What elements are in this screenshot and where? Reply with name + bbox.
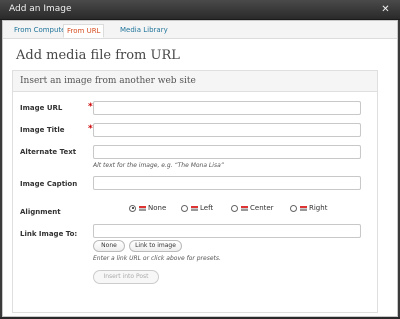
alignment-label: Alignment — [20, 208, 61, 216]
insert-into-post-button[interactable]: Insert into Post — [93, 270, 159, 284]
align-none-radio[interactable]: None — [129, 204, 166, 212]
alternate-text-hint: Alt text for the image, e.g. “The Mona L… — [93, 162, 224, 169]
image-caption-input[interactable] — [93, 176, 361, 190]
dialog-body: From Computer From URL Media Library Add… — [2, 20, 398, 317]
image-title-input[interactable] — [93, 123, 361, 137]
page-title: Add media file from URL — [16, 48, 180, 63]
image-caption-label: Image Caption — [20, 180, 78, 188]
align-center-icon — [241, 205, 248, 211]
radio-icon — [181, 204, 188, 212]
align-left-icon — [191, 205, 198, 211]
link-hint: Enter a link URL or click above for pres… — [93, 255, 221, 262]
radio-checked-icon — [129, 204, 136, 212]
close-icon[interactable]: ✕ — [379, 3, 392, 16]
link-none-button[interactable]: None — [93, 240, 125, 252]
align-right-radio[interactable]: Right — [290, 204, 327, 212]
tab-media-library[interactable]: Media Library — [117, 24, 171, 36]
tab-from-url[interactable]: From URL — [63, 24, 105, 38]
align-center-radio[interactable]: Center — [231, 204, 274, 212]
tab-bar: From Computer From URL Media Library — [3, 21, 397, 39]
panel-title: Insert an image from another web site — [20, 76, 196, 86]
align-none-icon — [139, 205, 146, 211]
alternate-text-input[interactable] — [93, 145, 361, 159]
radio-icon — [231, 204, 238, 212]
required-mark: * — [88, 124, 93, 134]
dialog-title: Add an Image — [9, 4, 72, 14]
alternate-text-label: Alternate Text — [20, 148, 77, 156]
panel-header: Insert an image from another web site — [13, 71, 377, 92]
align-center-label: Center — [250, 204, 274, 212]
align-none-label: None — [148, 204, 167, 212]
align-left-label: Left — [200, 204, 214, 212]
image-url-input[interactable] — [93, 101, 361, 115]
align-left-radio[interactable]: Left — [181, 204, 213, 212]
radio-icon — [290, 204, 297, 212]
align-right-label: Right — [309, 204, 328, 212]
image-title-label: Image Title — [20, 126, 65, 134]
dialog-titlebar: Add an Image ✕ — [0, 0, 400, 20]
link-image-to-label: Link Image To: — [20, 230, 78, 238]
align-right-icon — [300, 205, 307, 211]
link-url-input[interactable] — [93, 224, 361, 238]
image-url-label: Image URL — [20, 104, 63, 112]
required-mark: * — [88, 102, 93, 112]
link-to-image-button[interactable]: Link to image — [129, 240, 182, 252]
